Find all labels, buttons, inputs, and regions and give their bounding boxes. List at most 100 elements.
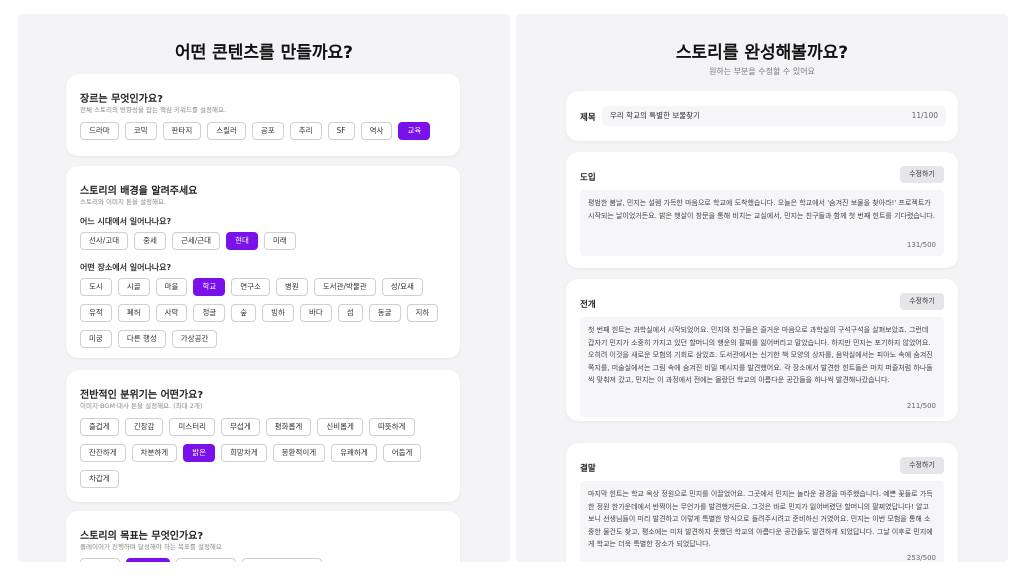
place-chip[interactable]: 도서관/박물관 xyxy=(313,278,376,296)
mood-chip[interactable]: 즐겁게 xyxy=(80,418,119,436)
era-chip[interactable]: 선사/고대 xyxy=(80,232,129,250)
place-chip-selected[interactable]: 학교 xyxy=(193,278,226,296)
place-chip[interactable]: 폐허 xyxy=(117,304,150,322)
intro-edit-button[interactable]: 수정하기 xyxy=(900,166,944,183)
development-count: 211/500 xyxy=(906,401,936,410)
goal-card: 스토리의 목표는 무엇인가요? 플레이어가 진행하며 달성해야 하는 목표를 설… xyxy=(66,511,460,562)
goal-chip[interactable] xyxy=(176,558,236,562)
goal-chips-partial xyxy=(80,558,322,562)
place-chip[interactable]: 가상공간 xyxy=(171,330,218,348)
genre-chips: 드라마 코믹 판타지 스릴러 공포 추리 SF 역사 교육 xyxy=(80,122,446,140)
ending-card: 결말 수정하기 마지막 힌트는 학교 옥상 정원으로 민지를 이끌었어요. 그곳… xyxy=(566,443,958,562)
mood-chip[interactable]: 평화롭게 xyxy=(265,418,312,436)
story-title-value: 우리 학교의 특별한 보물찾기 xyxy=(610,111,700,120)
mood-chips: 즐겁게 긴장감 미스터리 무섭게 평화롭게 신비롭게 따뜻하게잔잔하게 차분하게 밝은 희망차게 몽… xyxy=(80,418,446,488)
genre-chip[interactable]: 스릴러 xyxy=(207,122,246,140)
story-title-input[interactable]: 우리 학교의 특별한 보물찾기 11/100 xyxy=(602,106,946,126)
mood-desc: 이미지·BGM·대사 톤을 설정해요. (최대 2개) xyxy=(80,402,203,410)
place-label: 어떤 장소에서 일어나나요? xyxy=(80,263,172,272)
ending-textarea[interactable]: 마지막 힌트는 학교 옥상 정원으로 민지를 이끌었어요. 그곳에서 민지는 놀… xyxy=(580,481,944,562)
story-edit-panel: 스토리를 완성해볼까요? 원하는 부분을 수정할 수 있어요 제목 우리 학교의… xyxy=(516,14,1008,562)
era-chip[interactable]: 미래 xyxy=(263,232,296,250)
development-textarea[interactable]: 첫 번째 힌트는 과학실에서 시작되었어요. 민지와 친구들은 즐거운 마음으로… xyxy=(580,317,944,417)
place-chip[interactable]: 섬 xyxy=(337,304,363,322)
era-label: 어느 시대에서 일어나나요? xyxy=(80,217,172,226)
development-edit-button[interactable]: 수정하기 xyxy=(900,293,944,310)
place-chip[interactable]: 사막 xyxy=(155,304,188,322)
story-title-count: 11/100 xyxy=(911,111,938,120)
place-chip[interactable]: 연구소 xyxy=(231,278,270,296)
genre-chip[interactable]: 코믹 xyxy=(124,122,157,140)
genre-desc: 전체 스토리의 방향성을 잡는 핵심 키워드를 설정해요. xyxy=(80,106,227,114)
place-chip[interactable]: 빙하 xyxy=(262,304,294,322)
place-chip[interactable]: 동굴 xyxy=(368,304,401,322)
place-chip[interactable]: 숲 xyxy=(231,304,257,322)
era-chip-selected[interactable]: 현대 xyxy=(226,232,258,250)
genre-chip[interactable]: SF xyxy=(327,122,355,140)
mood-chip[interactable]: 미스터리 xyxy=(169,418,216,436)
page-title: 스토리를 완성해볼까요? xyxy=(675,43,849,63)
ending-edit-button[interactable]: 수정하기 xyxy=(900,457,944,474)
mood-chip[interactable]: 희망차게 xyxy=(221,444,267,462)
intro-text: 평범한 봄날, 민지는 설렘 가득한 마음으로 학교에 도착했습니다. 오늘은 … xyxy=(588,199,935,220)
mood-title: 전반적인 분위기는 어떤가요? xyxy=(80,390,204,401)
era-chips: 선사/고대 중세 근세/근대 현대 미래 xyxy=(80,232,446,250)
mood-chip[interactable]: 차분하게 xyxy=(131,444,178,462)
intro-count: 131/500 xyxy=(906,240,936,249)
goal-desc: 플레이어가 진행하며 달성해야 하는 목표를 설정해요 xyxy=(80,543,222,551)
mood-chip[interactable]: 무섭게 xyxy=(221,418,260,436)
ending-count: 253/500 xyxy=(906,553,936,562)
background-desc: 스토리와 이미지 톤을 설정해요. xyxy=(80,198,167,206)
development-card: 전개 수정하기 첫 번째 힌트는 과학실에서 시작되었어요. 민지와 친구들은 … xyxy=(566,279,958,421)
page-title: 어떤 콘텐츠를 만들까요? xyxy=(174,43,354,63)
genre-title: 장르는 무엇인가요? xyxy=(80,94,163,105)
genre-chip[interactable]: 판타지 xyxy=(162,122,202,140)
goal-chip-selected[interactable] xyxy=(126,558,170,562)
background-title: 스토리의 배경을 알려주세요 xyxy=(80,186,198,197)
goal-chip[interactable] xyxy=(242,558,322,562)
genre-chip-selected[interactable]: 교육 xyxy=(398,122,431,140)
mood-chip[interactable]: 따뜻하게 xyxy=(368,418,415,436)
place-chip[interactable]: 바다 xyxy=(299,304,332,322)
place-chip[interactable]: 미궁 xyxy=(80,330,112,348)
genre-chip[interactable]: 추리 xyxy=(289,122,322,140)
mood-chip[interactable]: 긴장감 xyxy=(124,418,164,436)
genre-chip[interactable]: 역사 xyxy=(360,122,393,140)
place-chip[interactable]: 시골 xyxy=(117,278,150,296)
mood-chip[interactable]: 신비롭게 xyxy=(317,418,363,436)
place-chip[interactable]: 병원 xyxy=(275,278,308,296)
ending-text: 마지막 힌트는 학교 옥상 정원으로 민지를 이끌었어요. 그곳에서 민지는 놀… xyxy=(588,490,933,548)
place-chip[interactable]: 도시 xyxy=(80,278,112,296)
mood-chip[interactable]: 차갑게 xyxy=(80,470,119,488)
goal-title: 스토리의 목표는 무엇인가요? xyxy=(80,531,204,542)
mood-card: 전반적인 분위기는 어떤가요? 이미지·BGM·대사 톤을 설정해요. (최대 … xyxy=(66,370,460,502)
era-chip[interactable]: 근세/근대 xyxy=(171,232,221,250)
story-title-label: 제목 xyxy=(580,113,596,123)
mood-chip-selected[interactable]: 밝은 xyxy=(183,444,216,462)
story-title-card: 제목 우리 학교의 특별한 보물찾기 11/100 xyxy=(566,91,958,141)
place-chips: 도시 시골 마을 학교 연구소 병원 도서관/박물관 성/요새유적 폐허 사막 정글 숲 빙하 바다 섬 동굴… xyxy=(80,278,446,348)
genre-chip[interactable]: 공포 xyxy=(251,122,284,140)
place-chip[interactable]: 지하 xyxy=(406,304,439,322)
mood-chip[interactable]: 어둡게 xyxy=(382,444,422,462)
place-chip[interactable]: 유적 xyxy=(80,304,112,322)
place-chip[interactable]: 다른 행성 xyxy=(117,330,166,348)
background-card: 스토리의 배경을 알려주세요 스토리와 이미지 톤을 설정해요. 어느 시대에서… xyxy=(66,166,460,358)
era-chip[interactable]: 중세 xyxy=(134,232,166,250)
genre-card: 장르는 무엇인가요? 전체 스토리의 방향성을 잡는 핵심 키워드를 설정해요.… xyxy=(66,74,460,156)
page-subtitle: 원하는 부분을 수정할 수 있어요 xyxy=(709,67,815,76)
mood-chip[interactable]: 잔잔하게 xyxy=(80,444,126,462)
genre-chip[interactable]: 드라마 xyxy=(80,122,119,140)
place-chip[interactable]: 정글 xyxy=(193,304,226,322)
development-text: 첫 번째 힌트는 과학실에서 시작되었어요. 민지와 친구들은 즐거운 마음으로… xyxy=(588,326,933,384)
mood-chip[interactable]: 몽환적이게 xyxy=(272,444,326,462)
intro-textarea[interactable]: 평범한 봄날, 민지는 설렘 가득한 마음으로 학교에 도착했습니다. 오늘은 … xyxy=(580,190,944,256)
place-chip[interactable]: 성/요새 xyxy=(381,278,423,296)
development-label: 전개 xyxy=(580,300,596,310)
intro-label: 도입 xyxy=(580,173,596,183)
ending-label: 결말 xyxy=(580,464,596,474)
goal-chip[interactable] xyxy=(80,558,120,562)
mood-chip[interactable]: 유쾌하게 xyxy=(331,444,377,462)
intro-card: 도입 수정하기 평범한 봄날, 민지는 설렘 가득한 마음으로 학교에 도착했습… xyxy=(566,152,958,268)
place-chip[interactable]: 마을 xyxy=(155,278,188,296)
